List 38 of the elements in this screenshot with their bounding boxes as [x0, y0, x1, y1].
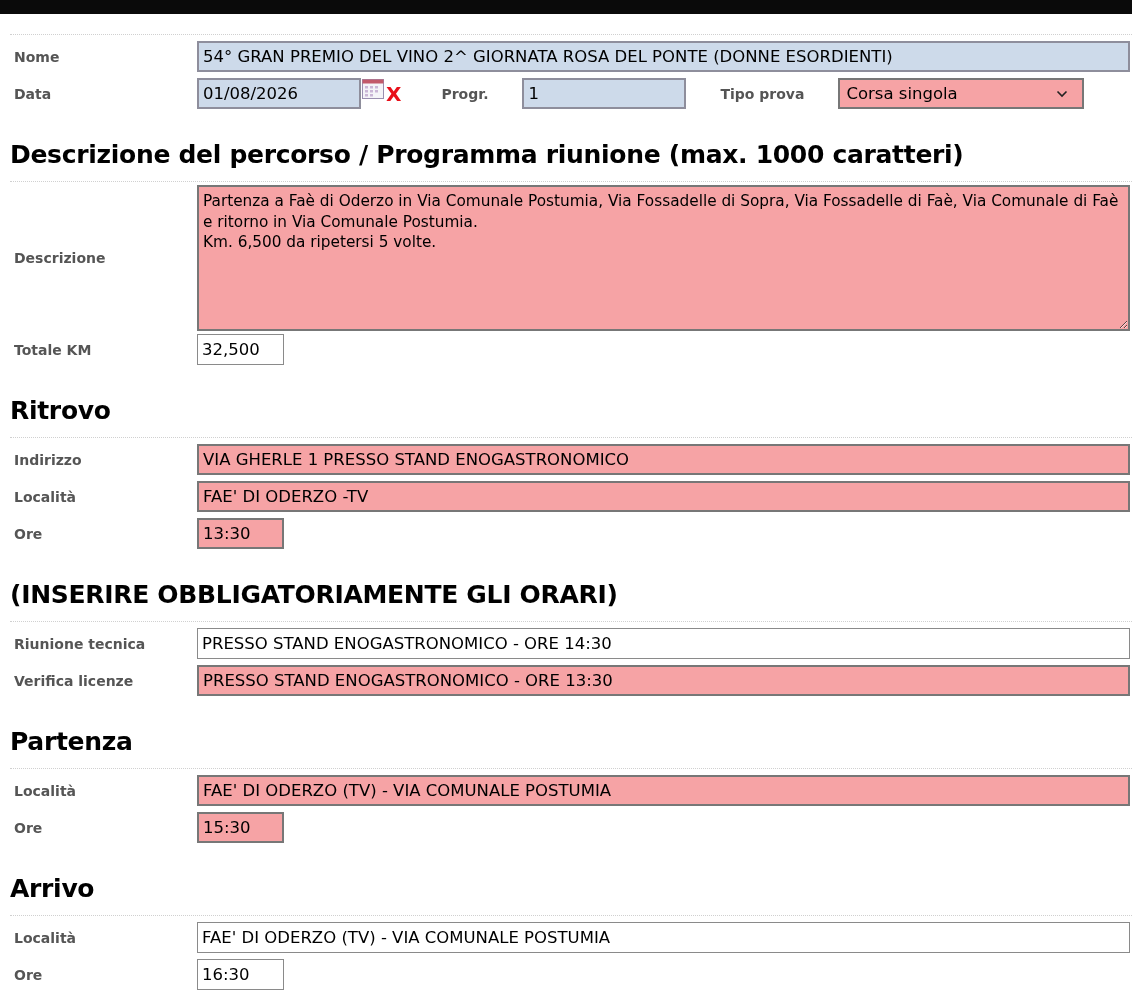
- field-label: Ore: [13, 525, 44, 542]
- section-heading: Ritrovo: [9, 395, 112, 427]
- field-label: Data: [13, 85, 53, 102]
- text-field[interactable]: 54° GRAN PREMIO DEL VINO 2^ GIORNATA ROSA DEL PONTE (DONNE ESORDIENTI): [197, 41, 1130, 72]
- field-label: Progr.: [440, 85, 490, 102]
- text-field[interactable]: VIA GHERLE 1 PRESSO STAND ENOGASTRONOMICO: [197, 444, 1130, 475]
- calendar-icon[interactable]: [362, 79, 384, 99]
- text-field[interactable]: 1: [522, 78, 687, 109]
- field-label: Indirizzo: [13, 451, 83, 468]
- field-label: Totale KM: [13, 341, 93, 358]
- text-field[interactable]: 16:30: [197, 959, 284, 990]
- date-field[interactable]: 01/08/2026: [197, 78, 361, 109]
- chevron-down-icon: [1056, 89, 1069, 98]
- field-label: Località: [13, 488, 78, 505]
- section-heading: Descrizione del percorso / Programma riunione (max. 1000 caratteri): [9, 139, 965, 171]
- text-field[interactable]: 32,500: [197, 334, 284, 365]
- text-field[interactable]: 15:30: [197, 812, 284, 843]
- section-heading: Arrivo: [9, 873, 96, 905]
- clear-date-button[interactable]: X: [384, 81, 408, 106]
- section-heading: Partenza: [9, 726, 134, 758]
- field-label: Tipo prova: [719, 85, 806, 102]
- field-label: Località: [13, 929, 78, 946]
- text-field[interactable]: PRESSO STAND ENOGASTRONOMICO - ORE 14:30: [197, 628, 1130, 659]
- text-field[interactable]: FAE' DI ODERZO (TV) - VIA COMUNALE POSTUMIA: [197, 922, 1130, 953]
- field-label: Nome: [13, 48, 61, 65]
- text-field[interactable]: 13:30: [197, 518, 284, 549]
- field-label: Descrizione: [13, 250, 107, 266]
- field-label: Verifica licenze: [13, 672, 135, 689]
- field-label: Ore: [13, 819, 44, 836]
- text-field[interactable]: PRESSO STAND ENOGASTRONOMICO - ORE 13:30: [197, 665, 1130, 696]
- section-heading: (INSERIRE OBBLIGATORIAMENTE GLI ORARI): [9, 579, 619, 611]
- text-field[interactable]: FAE' DI ODERZO -TV: [197, 481, 1130, 512]
- description-field[interactable]: Partenza a Faè di Oderzo in Via Comunale Postumia, Via Fossadelle di Sopra, Via Fossadelle di Faè, Via Comunale di Faè e ritorno in Via Comunale Postumia. Km. 6,500 da ripetersi 5 volte.: [197, 185, 1130, 331]
- select-field[interactable]: Corsa singola: [838, 78, 1085, 109]
- field-label: Ore: [13, 966, 44, 983]
- field-label: Località: [13, 782, 78, 799]
- field-label: Riunione tecnica: [13, 635, 147, 652]
- text-field[interactable]: FAE' DI ODERZO (TV) - VIA COMUNALE POSTUMIA: [197, 775, 1130, 806]
